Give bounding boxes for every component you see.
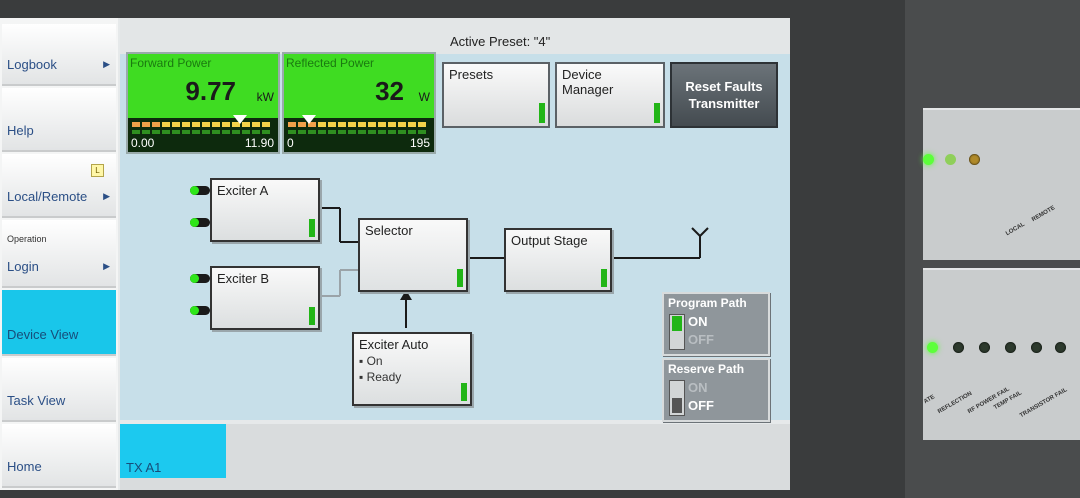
exciter-a-led-1	[190, 186, 210, 195]
bottom-bar: TX A1	[120, 424, 790, 490]
tab-label: TX A1	[126, 460, 162, 475]
led-icon	[945, 154, 956, 165]
led-icon	[979, 342, 990, 353]
rack-label: ATE	[923, 394, 937, 406]
block-title: Output Stage	[511, 233, 588, 248]
led-icon	[969, 154, 980, 165]
sidebar-item-login[interactable]: Operation Login ▶	[2, 220, 116, 288]
sidebar-item-logbook[interactable]: Logbook ▶	[2, 24, 116, 86]
exciter-a-block[interactable]: Exciter A	[210, 178, 320, 242]
block-title: Exciter Auto	[359, 337, 429, 352]
chevron-right-icon: ▶	[103, 59, 110, 69]
status-ready: ▪ Ready	[359, 370, 402, 384]
exciter-b-block[interactable]: Exciter B	[210, 266, 320, 330]
sidebar-item-home[interactable]: Home	[2, 424, 116, 488]
sidebar-item-label: Login	[7, 259, 39, 274]
path-title: Program Path	[668, 296, 747, 310]
rack-label-local: LOCAL	[1005, 221, 1026, 238]
rack-panel-bottom: ATE REFLECTION RF POWER FAIL TEMP FAIL T…	[923, 268, 1080, 440]
led-icon	[923, 154, 934, 165]
exciter-auto-block[interactable]: Exciter Auto ▪ On ▪ Ready	[352, 332, 472, 406]
path-off-label: OFF	[688, 332, 714, 347]
exciter-a-led-2	[190, 218, 210, 227]
operation-sublabel: Operation	[7, 234, 47, 244]
equipment-rack: LOCAL REMOTE ATE REFLECTION RF POWER FAI…	[905, 0, 1080, 498]
status-indicator	[309, 307, 315, 325]
tab-tx-a1[interactable]: TX A1	[120, 424, 226, 478]
path-on-label: ON	[688, 314, 708, 329]
block-title: Selector	[365, 223, 413, 238]
led-icon	[1055, 342, 1066, 353]
sidebar-item-task-view[interactable]: Task View	[2, 358, 116, 422]
device-view-panel: Active Preset: "4" Forward Power 9.77 kW…	[120, 18, 790, 422]
local-badge: L	[91, 164, 104, 177]
led-icon	[927, 342, 938, 353]
sidebar-item-label: Home	[7, 459, 42, 474]
path-off-label: OFF	[688, 398, 714, 413]
rack-panel-top: LOCAL REMOTE	[923, 108, 1080, 260]
toggle-knob	[672, 398, 682, 413]
status-indicator	[461, 383, 467, 401]
exciter-b-led-1	[190, 274, 210, 283]
status-on: ▪ On	[359, 354, 383, 368]
chevron-right-icon: ▶	[103, 191, 110, 201]
program-path-toggle[interactable]: Program Path ON OFF	[662, 292, 770, 356]
sidebar-item-local-remote[interactable]: L Local/Remote ▶	[2, 154, 116, 218]
toggle-knob	[672, 316, 682, 331]
led-icon	[953, 342, 964, 353]
rack-label: TRANSISTOR FAIL	[1019, 387, 1069, 420]
block-title: Exciter B	[217, 271, 270, 286]
toggle-switch[interactable]	[669, 380, 685, 416]
selector-block[interactable]: Selector	[358, 218, 468, 292]
led-icon	[1031, 342, 1042, 353]
led-icon	[1005, 342, 1016, 353]
rack-label-remote: REMOTE	[1031, 205, 1057, 224]
sidebar-item-device-view[interactable]: Device View	[2, 290, 116, 356]
sidebar-item-label: Logbook	[7, 57, 57, 72]
monitor-bezel: Logbook ▶ Help L Local/Remote ▶ Operatio…	[0, 0, 905, 498]
sidebar-item-label: Help	[7, 123, 34, 138]
exciter-b-led-2	[190, 306, 210, 315]
reserve-path-toggle[interactable]: Reserve Path ON OFF	[662, 358, 770, 422]
status-indicator	[457, 269, 463, 287]
sidebar-item-label: Local/Remote	[7, 189, 88, 204]
output-stage-block[interactable]: Output Stage	[504, 228, 612, 292]
screen: Logbook ▶ Help L Local/Remote ▶ Operatio…	[0, 18, 790, 490]
block-title: Exciter A	[217, 183, 269, 198]
sidebar: Logbook ▶ Help L Local/Remote ▶ Operatio…	[0, 18, 118, 490]
path-on-label: ON	[688, 380, 708, 395]
status-indicator	[601, 269, 607, 287]
status-indicator	[309, 219, 315, 237]
toggle-switch[interactable]	[669, 314, 685, 350]
chevron-right-icon: ▶	[103, 261, 110, 271]
sidebar-item-label: Device View	[7, 327, 79, 342]
sidebar-item-label: Task View	[7, 393, 66, 408]
path-title: Reserve Path	[668, 362, 745, 376]
sidebar-item-help[interactable]: Help	[2, 88, 116, 152]
